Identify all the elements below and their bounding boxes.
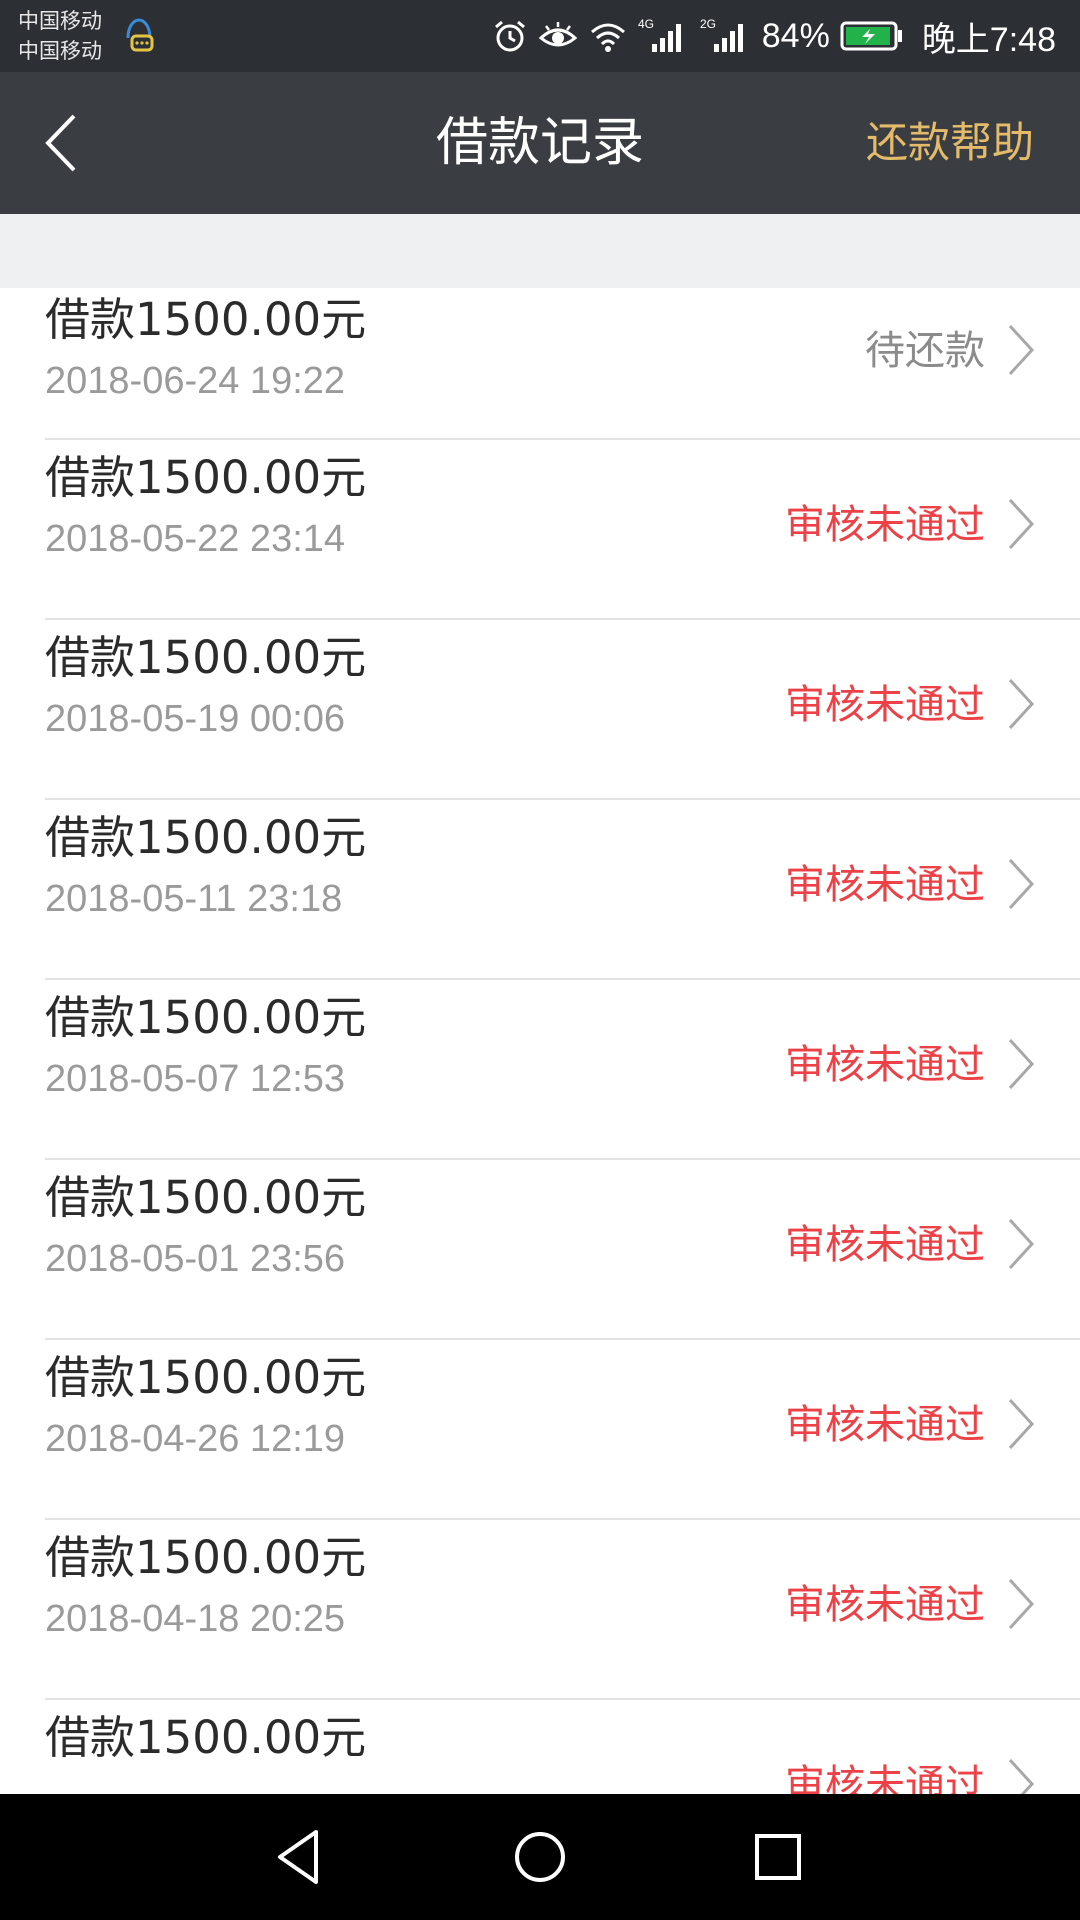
record-status: 待还款 [865,328,985,374]
loan-record-list[interactable]: 借款1500.00元 2018-06-24 19:22 待还款 借款1500.00元 2… [0,288,1080,1794]
svg-text:4G: 4G [638,17,654,31]
repayment-help-link[interactable]: 还款帮助 [866,72,1034,214]
record-amount: 借款1500.00元 [45,1711,367,1764]
record-amount: 借款1500.00元 [45,293,367,346]
record-amount: 借款1500.00元 [45,631,367,684]
record-status: 审核未通过 [785,1222,985,1268]
record-status: 审核未通过 [785,682,985,728]
record-row[interactable]: 借款1500.00元 2018-05-22 23:14 审核未通过 [0,440,1080,620]
app-header: 借款记录 还款帮助 [0,72,1080,214]
chevron-right-icon [1008,324,1035,376]
chevron-right-icon [1008,498,1035,550]
chevron-right-icon [1008,1758,1035,1794]
chevron-right-icon [1008,678,1035,730]
record-row[interactable]: 借款1500.00元 2018-04-26 12:19 审核未通过 [0,1340,1080,1520]
record-row[interactable]: 借款1500.00元 2018-04-18 20:25 审核未通过 [0,1520,1080,1700]
record-row[interactable]: 借款1500.00元 2018-05-07 12:53 审核未通过 [0,980,1080,1160]
wifi-icon [590,23,625,52]
record-date: 2018-05-01 23:56 [45,1238,346,1280]
signal-icon-sim2: 2G [700,17,743,52]
record-row[interactable]: 借款1500.00元审核未通过 [0,1700,1080,1794]
record-date: 2018-05-11 23:18 [45,878,343,920]
record-date: 2018-04-18 20:25 [45,1598,346,1640]
record-date: 2018-05-07 12:53 [45,1058,346,1100]
svg-text:2G: 2G [700,17,716,31]
record-status: 审核未通过 [785,862,985,908]
alarm-icon [494,20,525,52]
record-amount: 借款1500.00元 [45,451,367,504]
chevron-right-icon [1008,858,1035,910]
nav-recent-square-icon[interactable] [745,1824,811,1890]
record-status: 审核未通过 [785,1762,985,1794]
carrier-name-2: 中国移动 [18,39,102,63]
record-status: 审核未通过 [785,1582,985,1628]
record-date: 2018-06-24 19:22 [45,360,346,402]
record-row[interactable]: 借款1500.00元 2018-06-24 19:22 待还款 [0,288,1080,440]
record-status: 审核未通过 [785,502,985,548]
record-date: 2018-05-19 00:06 [45,698,346,740]
battery-charging-icon [840,21,902,51]
status-time: 晚上7:48 [921,20,1056,59]
system-navigation-bar [0,1794,1080,1920]
record-amount: 借款1500.00元 [45,1531,367,1584]
back-arrow-icon [45,114,76,172]
app-root: 中国移动 中国移动 4G 2G 84% 晚上7:48 借款记录 还款帮助 借款1… [0,0,1080,1920]
status-right-group: 4G 2G 84% 晚上7:48 [492,0,1056,72]
record-amount: 借款1500.00元 [45,811,367,864]
record-status: 审核未通过 [785,1042,985,1088]
chevron-right-icon [1008,1578,1035,1630]
back-button[interactable] [30,102,110,184]
carrier-name-1: 中国移动 [18,9,102,33]
status-bar: 中国移动 中国移动 4G 2G 84% 晚上7:48 [0,0,1080,72]
signal-icon-sim1: 4G [638,17,681,52]
record-status: 审核未通过 [785,1402,985,1448]
battery-percentage: 84% [761,16,830,55]
nav-home-circle-icon[interactable] [507,1824,573,1890]
chevron-right-icon [1008,1038,1035,1090]
record-amount: 借款1500.00元 [45,1351,367,1404]
chevron-right-icon [1008,1398,1035,1450]
chevron-right-icon [1008,1218,1035,1270]
record-amount: 借款1500.00元 [45,991,367,1044]
record-row[interactable]: 借款1500.00元 2018-05-01 23:56 审核未通过 [0,1160,1080,1340]
nav-back-triangle-icon[interactable] [268,1824,334,1890]
carrier-info: 中国移动 中国移动 [18,6,102,66]
notification-chat-icon [126,18,154,52]
section-spacer [0,214,1080,288]
record-amount: 借款1500.00元 [45,1171,367,1224]
record-date: 2018-04-26 12:19 [45,1418,346,1460]
record-date: 2018-05-22 23:14 [45,518,346,560]
eye-comfort-icon [538,22,578,47]
record-row[interactable]: 借款1500.00元 2018-05-19 00:06 审核未通过 [0,620,1080,800]
record-row[interactable]: 借款1500.00元 2018-05-11 23:18 审核未通过 [0,800,1080,980]
